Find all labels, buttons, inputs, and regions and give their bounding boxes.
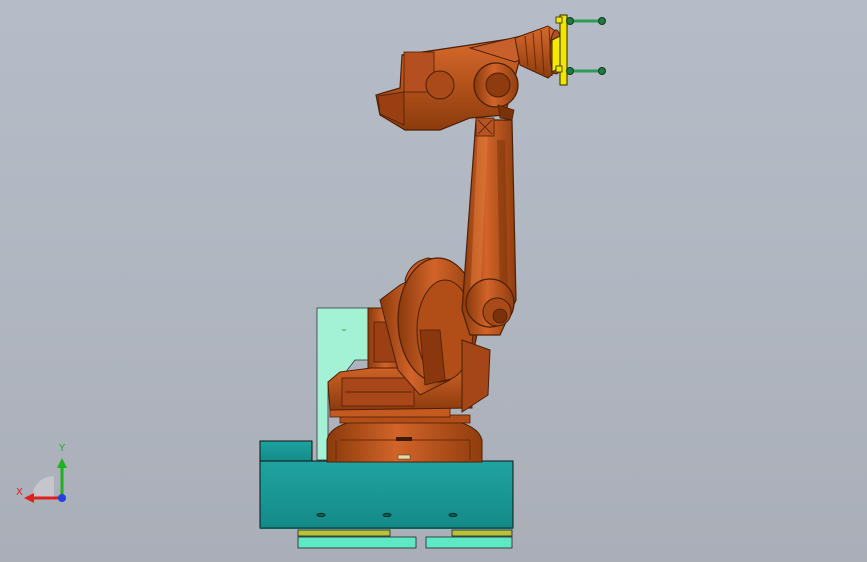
gripper-tool[interactable] [551,14,568,86]
y-axis-label: Y [59,443,66,454]
triad-plane-icon [32,476,54,498]
coordinate-triad: X Y [10,440,90,510]
robot-base[interactable] [326,404,483,463]
robot-assembly-model[interactable] [0,0,867,562]
gripper-pins [566,17,606,75]
upper-arm[interactable] [375,34,533,131]
lower-arm[interactable] [461,117,517,336]
graphics-viewport[interactable]: X Y [0,0,867,562]
x-axis-label: X [16,487,23,498]
z-axis-dot-icon [58,494,66,502]
base-rails [297,529,513,549]
y-axis-arrow-icon [57,458,67,498]
